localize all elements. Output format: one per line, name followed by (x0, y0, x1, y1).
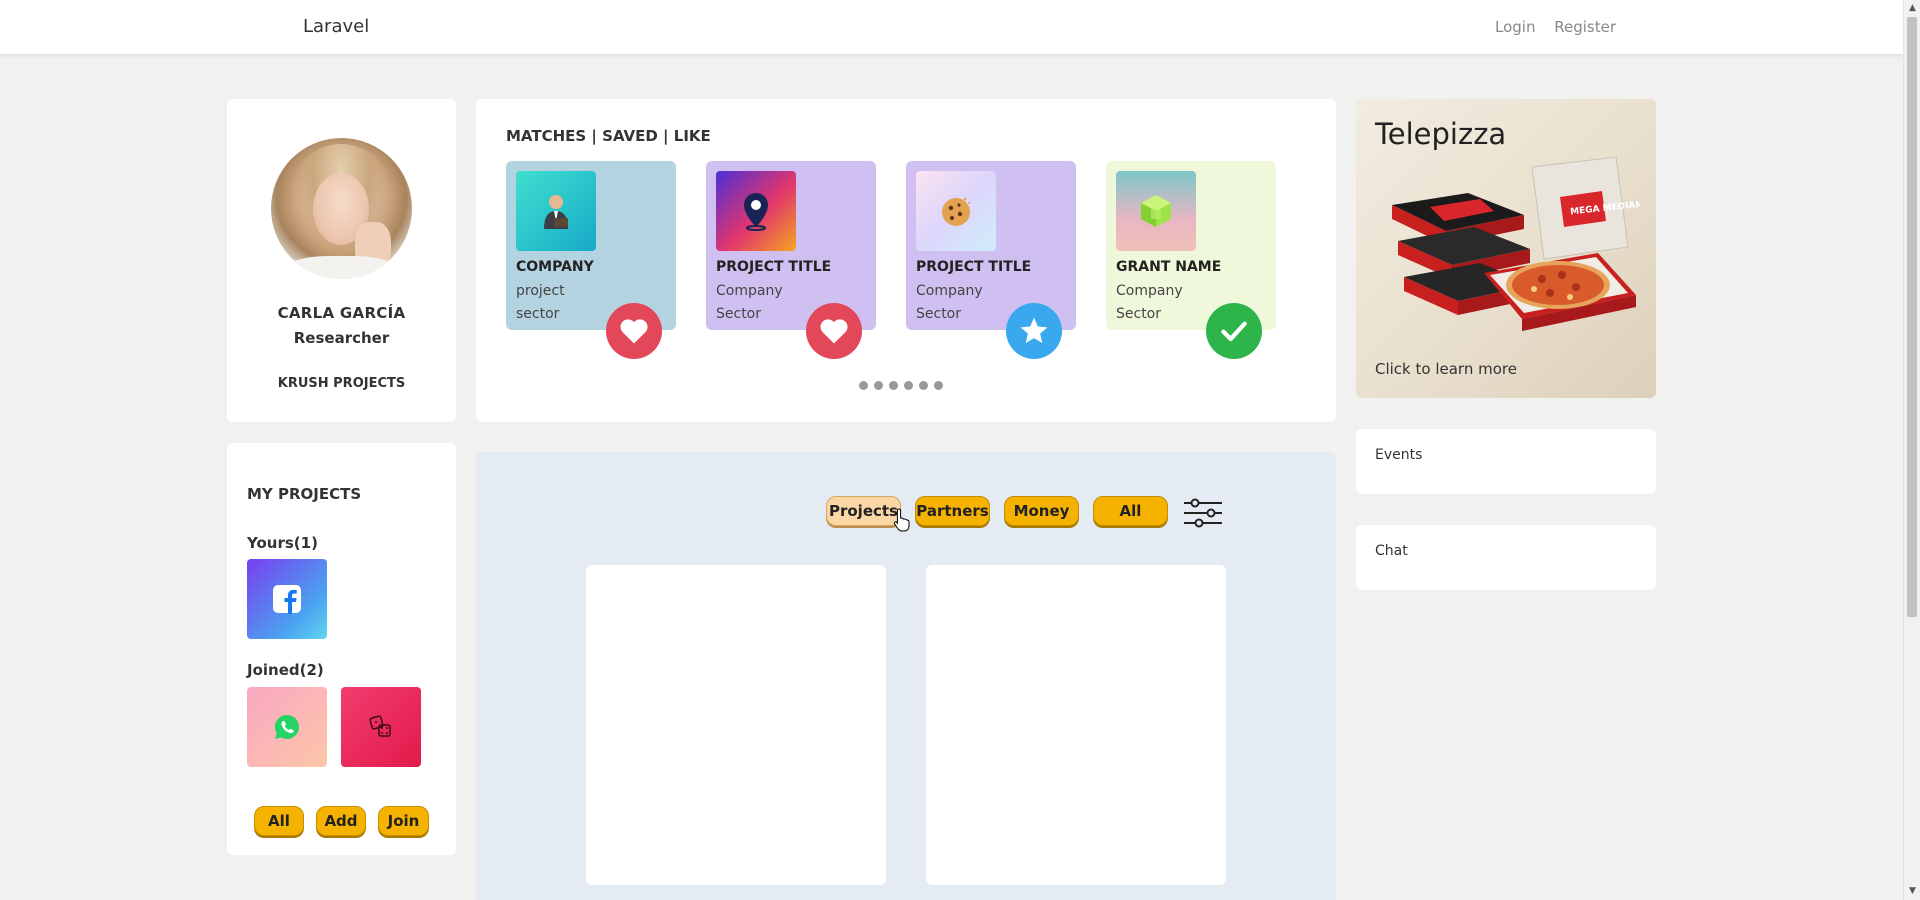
match-card-line2: Sector (1116, 306, 1162, 322)
project-tile-whatsapp[interactable] (247, 687, 327, 767)
my-projects-heading: MY PROJECTS (247, 485, 362, 503)
map-pin-icon (716, 171, 796, 251)
project-tile-facebook[interactable] (247, 559, 327, 639)
brand-logo[interactable]: Laravel (303, 16, 369, 37)
match-card-line1: Company (916, 283, 983, 299)
scrollbar-thumb[interactable] (1907, 17, 1917, 617)
filter-all-button[interactable]: All (1093, 496, 1168, 526)
heart-icon[interactable] (606, 303, 662, 359)
avatar (271, 138, 412, 279)
top-navbar: Laravel Login Register (0, 0, 1903, 54)
carousel-dot[interactable] (919, 381, 928, 390)
join-project-button[interactable]: Join (378, 806, 429, 836)
register-link[interactable]: Register (1554, 18, 1616, 36)
dice-icon (369, 715, 391, 737)
match-card-line2: Sector (716, 306, 762, 322)
heart-icon[interactable] (806, 303, 862, 359)
match-card-line1: Company (1116, 283, 1183, 299)
facebook-icon (273, 585, 301, 614)
match-card-title: PROJECT TITLE (716, 259, 832, 275)
profile-card: CARLA GARCÍA Researcher KRUSH PROJECTS (227, 99, 456, 422)
match-card-title: GRANT NAME (1116, 259, 1222, 275)
scroll-up-arrow-icon[interactable]: ▲ (1904, 0, 1920, 17)
filter-partners-button[interactable]: Partners (915, 496, 990, 526)
carousel-dot[interactable] (904, 381, 913, 390)
my-projects-panel: MY PROJECTS Yours(1) Joined(2) All Add J… (227, 443, 456, 855)
match-card[interactable]: COMPANY project sector (506, 161, 676, 359)
whatsapp-icon (274, 714, 299, 739)
match-card[interactable]: GRANT NAME Company Sector (1106, 161, 1276, 359)
matches-panel: MATCHES | SAVED | LIKE COMPANY project s… (476, 99, 1336, 422)
events-label: Events (1375, 447, 1423, 463)
auth-links: Login Register (1481, 18, 1616, 36)
cookie-icon (916, 171, 996, 251)
businessman-icon (516, 171, 596, 251)
ad-subtitle: Click to learn more (1375, 360, 1517, 378)
carousel-dot[interactable] (874, 381, 883, 390)
carousel-dot[interactable] (889, 381, 898, 390)
scroll-down-arrow-icon[interactable]: ▼ (1904, 883, 1920, 900)
mouse-cursor-icon (893, 508, 910, 532)
check-icon[interactable] (1206, 303, 1262, 359)
filter-money-button[interactable]: Money (1004, 496, 1079, 526)
chat-label: Chat (1375, 543, 1408, 559)
pizza-boxes-image: MEGA MEDIANA (1392, 156, 1640, 331)
filter-sliders-icon[interactable] (1182, 497, 1224, 529)
events-panel[interactable]: Events (1356, 429, 1656, 494)
carousel-dot[interactable] (934, 381, 943, 390)
login-link[interactable]: Login (1495, 18, 1535, 36)
carousel-dots (859, 381, 943, 390)
add-project-button[interactable]: Add (316, 806, 366, 836)
match-card[interactable]: PROJECT TITLE Company Sector (706, 161, 876, 359)
cube-icon (1116, 171, 1196, 251)
match-card-line1: project (516, 283, 565, 299)
match-card-line2: sector (516, 306, 560, 322)
krush-projects-link[interactable]: KRUSH PROJECTS (227, 376, 456, 391)
profile-name: CARLA GARCÍA (277, 304, 406, 322)
matches-heading: MATCHES | SAVED | LIKE (506, 127, 711, 145)
match-card-line2: Sector (916, 306, 962, 322)
chat-panel[interactable]: Chat (1356, 525, 1656, 590)
star-icon[interactable] (1006, 303, 1062, 359)
feed-card-placeholder[interactable] (586, 565, 886, 885)
match-card[interactable]: PROJECT TITLE Company Sector (906, 161, 1076, 359)
joined-label: Joined(2) (247, 661, 324, 679)
match-card-title: PROJECT TITLE (916, 259, 1032, 275)
match-card-title: COMPANY (516, 259, 594, 275)
yours-label: Yours(1) (247, 534, 318, 552)
telepizza-ad[interactable]: Telepizza MEGA MEDIANA Click to learn mo… (1356, 99, 1656, 398)
filter-projects-button[interactable]: Projects (826, 496, 901, 526)
page-scrollbar[interactable]: ▲ ▼ (1903, 0, 1920, 900)
carousel-dot[interactable] (859, 381, 868, 390)
project-tile-dice[interactable] (341, 687, 421, 767)
match-card-line1: Company (716, 283, 783, 299)
feed-card-placeholder[interactable] (926, 565, 1226, 885)
all-projects-button[interactable]: All (254, 806, 304, 836)
profile-role: Researcher (293, 329, 390, 347)
